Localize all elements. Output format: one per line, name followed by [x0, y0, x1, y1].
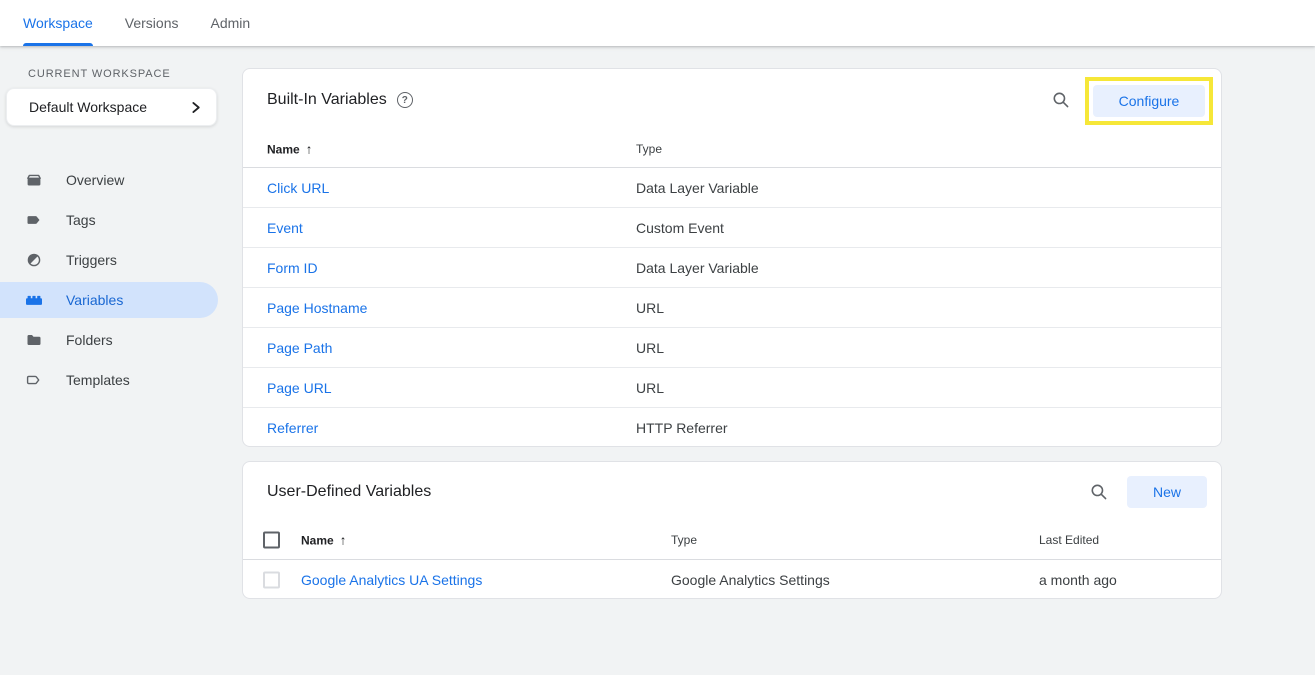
tab-workspace[interactable]: Workspace — [7, 0, 109, 46]
variable-type: URL — [636, 380, 664, 396]
column-header-name[interactable]: Name ↑ — [267, 142, 312, 157]
sidebar-item-tags[interactable]: Tags — [0, 200, 240, 240]
table-row: Event Custom Event — [243, 208, 1221, 248]
table-row: Click URL Data Layer Variable — [243, 168, 1221, 208]
select-all-checkbox[interactable] — [263, 532, 280, 549]
variable-type: HTTP Referrer — [636, 420, 728, 436]
variable-link[interactable]: Page Path — [267, 340, 332, 356]
variable-type: Custom Event — [636, 220, 724, 236]
search-icon[interactable] — [1052, 91, 1070, 109]
sidebar-item-folders[interactable]: Folders — [0, 320, 240, 360]
sidebar-item-label: Templates — [66, 372, 130, 388]
table-row: Page Hostname URL — [243, 288, 1221, 328]
current-workspace-label: CURRENT WORKSPACE — [28, 68, 240, 80]
table-row: Referrer HTTP Referrer — [243, 408, 1221, 447]
highlight-annotation: Configure — [1085, 77, 1213, 125]
variable-last-edited: a month ago — [1039, 572, 1117, 588]
user-defined-variables-header: User-Defined Variables New — [243, 462, 1221, 521]
tab-versions[interactable]: Versions — [109, 0, 195, 46]
tab-workspace-label: Workspace — [23, 15, 93, 31]
sort-ascending-icon: ↑ — [340, 533, 347, 548]
tab-admin[interactable]: Admin — [194, 0, 266, 46]
variable-type: Data Layer Variable — [636, 180, 759, 196]
sidebar-item-label: Folders — [66, 332, 113, 348]
variable-type: URL — [636, 300, 664, 316]
column-header-name-label: Name — [301, 533, 334, 547]
tab-admin-label: Admin — [210, 15, 250, 31]
variable-link[interactable]: Page Hostname — [267, 300, 367, 316]
variable-link[interactable]: Page URL — [267, 380, 332, 396]
row-checkbox[interactable] — [263, 571, 280, 588]
sidebar-item-label: Variables — [66, 292, 123, 308]
variable-type: Data Layer Variable — [636, 260, 759, 276]
sidebar-item-templates[interactable]: Templates — [0, 360, 240, 400]
top-navigation-bar: Workspace Versions Admin — [0, 0, 1315, 46]
user-defined-variables-title: User-Defined Variables — [267, 483, 431, 501]
search-icon[interactable] — [1090, 483, 1108, 501]
built-in-variables-header: Built-In Variables ? Configure — [243, 69, 1221, 131]
variable-link[interactable]: Event — [267, 220, 303, 236]
variable-type: URL — [636, 340, 664, 356]
column-header-name-label: Name — [267, 142, 300, 156]
table-row: Page Path URL — [243, 328, 1221, 368]
chevron-right-icon — [189, 101, 202, 114]
table-row: Form ID Data Layer Variable — [243, 248, 1221, 288]
new-button[interactable]: New — [1127, 476, 1207, 508]
sidebar-item-label: Tags — [66, 212, 96, 228]
sort-ascending-icon: ↑ — [306, 142, 313, 157]
sidebar: CURRENT WORKSPACE Default Workspace Over… — [0, 46, 240, 675]
triggers-icon — [25, 252, 43, 268]
built-in-variables-title: Built-In Variables — [267, 91, 387, 109]
sidebar-item-triggers[interactable]: Triggers — [0, 240, 240, 280]
workspace-selector[interactable]: Default Workspace — [6, 88, 217, 126]
tab-versions-label: Versions — [125, 15, 179, 31]
sidebar-item-label: Triggers — [66, 252, 117, 268]
column-header-name[interactable]: Name ↑ — [301, 533, 346, 548]
templates-icon — [25, 372, 43, 388]
top-tabs: Workspace Versions Admin — [0, 0, 1315, 46]
table-row: Page URL URL — [243, 368, 1221, 408]
built-in-variables-card: Built-In Variables ? Configure Name ↑ Ty… — [242, 68, 1222, 447]
variables-icon — [25, 292, 43, 308]
variable-link[interactable]: Referrer — [267, 420, 318, 436]
active-tab-underline — [23, 43, 93, 46]
sidebar-item-label: Overview — [66, 172, 124, 188]
configure-button[interactable]: Configure — [1093, 85, 1205, 117]
tags-icon — [25, 212, 43, 228]
column-header-last-edited: Last Edited — [1039, 533, 1099, 547]
sidebar-item-overview[interactable]: Overview — [0, 160, 240, 200]
variable-type: Google Analytics Settings — [671, 572, 830, 588]
user-defined-variables-card: User-Defined Variables New Name ↑ Type L… — [242, 461, 1222, 599]
column-header-type: Type — [671, 533, 697, 547]
folders-icon — [25, 332, 43, 348]
overview-icon — [25, 172, 43, 188]
workspace-name: Default Workspace — [29, 99, 147, 115]
variable-link[interactable]: Click URL — [267, 180, 329, 196]
table-row: Google Analytics UA Settings Google Anal… — [243, 560, 1221, 599]
user-defined-table-header: Name ↑ Type Last Edited — [243, 521, 1221, 560]
help-icon[interactable]: ? — [397, 92, 413, 108]
variable-link[interactable]: Form ID — [267, 260, 318, 276]
variable-link[interactable]: Google Analytics UA Settings — [301, 572, 482, 588]
sidebar-nav: Overview Tags Triggers — [0, 160, 240, 400]
built-in-table-header: Name ↑ Type — [243, 131, 1221, 168]
sidebar-item-variables[interactable]: Variables — [0, 280, 240, 320]
column-header-type: Type — [636, 142, 662, 156]
